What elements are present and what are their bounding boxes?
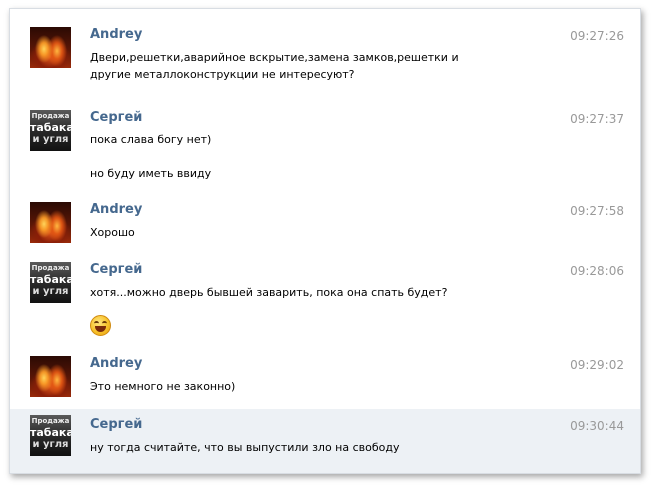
avatar-text: Продажа	[31, 264, 70, 272]
message-text-line: другие металлоконструкции не интересуют?	[90, 68, 355, 81]
avatar-text: Продажа	[31, 112, 70, 120]
message-item: Продажа табака и угля Сергей 09:27:37 по…	[10, 97, 640, 193]
message-text-line: хотя...можно дверь бывшей заварить, пока…	[90, 286, 448, 299]
message-author[interactable]: Andrey	[90, 202, 142, 217]
message-text-line: Это немного не законно)	[90, 380, 236, 393]
message-text: ну тогда считайте, что вы выпустили зло …	[90, 439, 540, 456]
message-time: 09:30:44	[570, 419, 624, 433]
message-text-line: Хорошо	[90, 226, 135, 239]
message-text-line: но буду иметь ввиду	[90, 167, 212, 180]
message-time: 09:27:58	[570, 204, 624, 218]
tobacco-avatar-icon[interactable]: Продажа табака и угля	[30, 110, 71, 151]
message-text: Хорошо	[90, 224, 540, 241]
message-item: Andrey 09:27:58 Хорошо	[10, 193, 640, 253]
message-text-line: Двери,решетки,аварийное вскрытие,замена …	[90, 51, 459, 64]
message-text: хотя...можно дверь бывшей заварить, пока…	[90, 284, 540, 301]
message-item: Andrey 09:27:26 Двери,решетки,аварийное …	[10, 9, 640, 97]
avatar-text: и угля	[32, 286, 69, 297]
message-item-highlighted: Продажа табака и угля Сергей 09:30:44 ну…	[10, 409, 640, 473]
fire-avatar-icon[interactable]	[30, 27, 71, 68]
message-text: но буду иметь ввиду	[90, 165, 540, 182]
avatar-text: Продажа	[31, 417, 70, 425]
tobacco-avatar-icon[interactable]: Продажа табака и угля	[30, 262, 71, 303]
message-time: 09:29:02	[570, 358, 624, 372]
fire-avatar-icon[interactable]	[30, 356, 71, 397]
message-item: Продажа табака и угля Сергей 09:28:06 хо…	[10, 253, 640, 351]
avatar-text: табака	[30, 426, 71, 439]
message-author[interactable]: Andrey	[90, 356, 142, 371]
message-text: пока слава богу нет)	[90, 131, 540, 148]
message-time: 09:27:37	[570, 112, 624, 126]
tobacco-avatar-icon[interactable]: Продажа табака и угля	[30, 415, 71, 456]
message-text-line: ну тогда считайте, что вы выпустили зло …	[90, 441, 400, 454]
avatar-text: табака	[30, 121, 71, 134]
message-text: Двери,решетки,аварийное вскрытие,замена …	[90, 49, 540, 83]
avatar-text: табака	[30, 273, 71, 286]
avatar-text: и угля	[32, 439, 69, 450]
message-author[interactable]: Сергей	[90, 262, 142, 277]
fire-avatar-icon[interactable]	[30, 202, 71, 243]
message-text-line: пока слава богу нет)	[90, 133, 212, 146]
message-author[interactable]: Andrey	[90, 27, 142, 42]
laughing-smiley-icon	[90, 315, 111, 336]
message-time: 09:27:26	[570, 29, 624, 43]
message-item: Andrey 09:29:02 Это немного не законно)	[10, 351, 640, 411]
chat-history: Andrey 09:27:26 Двери,решетки,аварийное …	[9, 8, 641, 474]
message-author[interactable]: Сергей	[90, 417, 142, 432]
message-text: Это немного не законно)	[90, 378, 540, 395]
avatar-text: и угля	[32, 134, 69, 145]
message-author[interactable]: Сергей	[90, 110, 142, 125]
message-time: 09:28:06	[570, 264, 624, 278]
